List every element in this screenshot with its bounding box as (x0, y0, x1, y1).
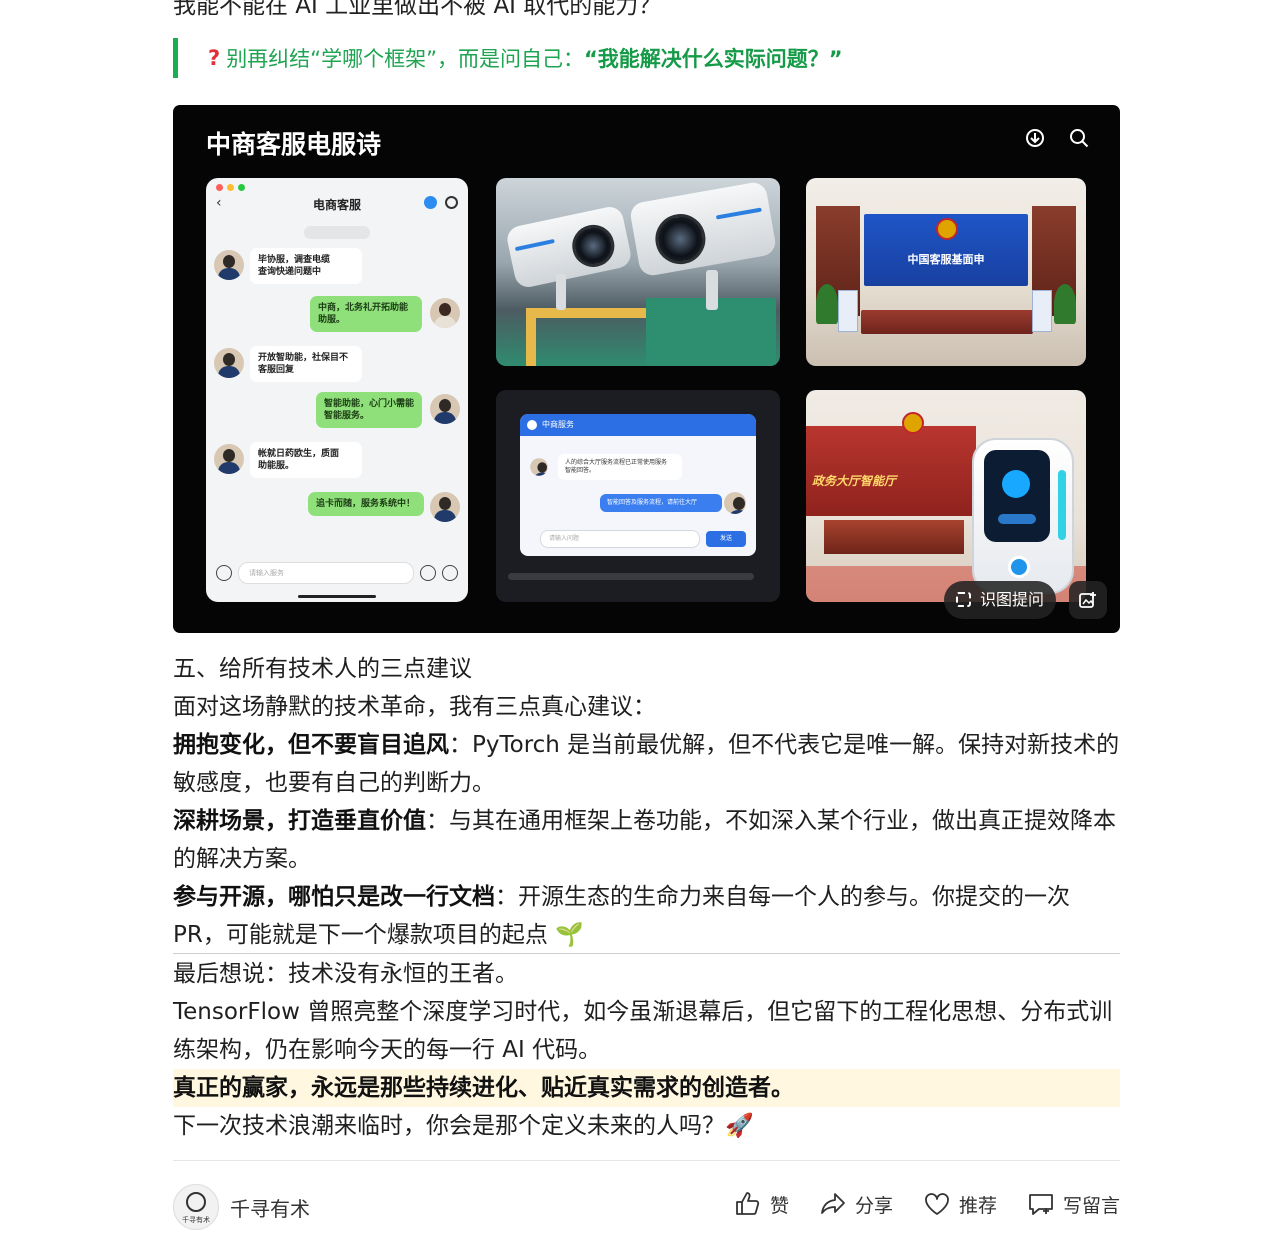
avatar (430, 492, 460, 522)
tip-paragraph: 深耕场景，打造垂直价值：与其在通用框架上卷功能，不如深入某个行业，做出真正提效降… (173, 802, 1123, 878)
government-hall-photo: 政务大厅智能厅 (806, 390, 1086, 602)
image-toolbar (1024, 127, 1090, 149)
quote-text: 别再纠结“学哪个框架”，而是问自己： (226, 47, 584, 71)
window-dots (216, 184, 245, 191)
phone-input-bar: 请输入服务 (216, 562, 458, 584)
voice-icon (216, 565, 232, 581)
download-icon[interactable] (1024, 127, 1046, 149)
tip-heading: 参与开源，哪怕只是改一行文档 (173, 884, 495, 910)
chat-message: 追卡而随，服务系统中！ (308, 492, 424, 516)
article-footer: 千寻有术 千寻有术 赞 分享 推荐 写留言 (173, 1180, 1120, 1230)
closing-line: 最后想说：技术没有永恒的王者。 (173, 961, 518, 987)
cctv-cameras-photo (496, 178, 780, 366)
avatar (724, 492, 746, 514)
recommend-label: 推荐 (958, 1194, 997, 1217)
tip-paragraph: 拥抱变化，但不要盲目追风：PyTorch 是当前最优解，但不代表它是唯一解。保持… (173, 726, 1123, 802)
intro-text: 面对这场静默的技术革命，我有三点真心建议： (173, 694, 656, 720)
emblem-icon (936, 218, 958, 240)
account-name[interactable]: 千寻有术 (230, 1193, 310, 1222)
tip-heading: 深耕场景，打造垂直价值 (173, 808, 426, 834)
widget-title: 中商服务 (520, 414, 756, 436)
ocr-ask-button[interactable]: 识图提问 (944, 581, 1057, 619)
avatar (214, 348, 244, 378)
service-kiosk (972, 438, 1074, 594)
share-label: 分享 (854, 1194, 893, 1217)
quote-emphasis: “我能解决什么实际问题？” (583, 47, 843, 71)
chat-widget-screenshot: 中商服务 人的综合大厅服务流程已正常使用服务 智能回答。 智能回答及服务流程，请… (496, 390, 780, 602)
chat-message: 中商，北务礼开拓助能 助服。 (310, 296, 422, 332)
tip-heading: 拥抱变化，但不要盲目追风 (173, 732, 449, 758)
article-image[interactable]: 中商客服电服诗 ‹ 电商客服 毕协服，调查电缆 查询快递问题中 中商，北务礼开拓… (173, 105, 1120, 633)
avatar (430, 298, 460, 328)
plus-icon (442, 565, 458, 581)
phone-chat-mockup: ‹ 电商客服 毕协服，调查电缆 查询快递问题中 中商，北务礼开拓助能 助服。 开… (206, 178, 468, 602)
phone-input-field: 请输入服务 (238, 562, 414, 584)
section-title: 五、给所有技术人的三点建议 (173, 656, 472, 682)
avatar (430, 394, 460, 424)
widget-message-in: 人的综合大厅服务流程已正常使用服务 智能回答。 (558, 454, 682, 480)
hall-sign: 政务大厅智能厅 (806, 426, 976, 516)
thumbs-up-icon (736, 1192, 760, 1215)
closing-paragraph: TensorFlow 曾照亮整个深度学习时代，如今虽渐退幕后，但它留下的工程化思… (173, 999, 1113, 1063)
chat-message: 毕协服，调查电缆 查询快递问题中 (250, 248, 362, 284)
account-avatar[interactable]: 千寻有术 (173, 1184, 219, 1230)
chat-message: 智能助能，心门小需能 智能服务。 (316, 392, 422, 428)
emblem-icon (902, 412, 924, 434)
tip-quote: ? 别再纠结“学哪个框架”，而是问自己： “我能解决什么实际问题？” (173, 38, 843, 78)
avatar (214, 444, 244, 474)
like-button[interactable]: 赞 (734, 1190, 789, 1218)
avatar (214, 250, 244, 280)
image-title: 中商客服电服诗 (206, 130, 382, 159)
service-hall-photo: 中国客服基面申 (806, 178, 1086, 366)
tip-paragraph: 参与开源，哪怕只是改一行文档：开源生态的生命力来自每一个人的参与。你提交的一次 … (173, 878, 1123, 954)
image-edit-icon[interactable] (1069, 581, 1107, 619)
question-mark-icon: ? (208, 46, 221, 70)
chat-message: 开放智助能，社保目不 客服回复 (250, 346, 362, 382)
like-label: 赞 (769, 1194, 789, 1217)
comment-icon (1029, 1194, 1053, 1215)
home-indicator (298, 595, 376, 598)
share-button[interactable]: 分享 (819, 1190, 893, 1218)
widget-input: 请输入问题 (540, 530, 700, 548)
footer-divider (173, 1160, 1120, 1161)
timestamp-pill (304, 226, 370, 239)
final-question: 下一次技术浪潮来临时，你会是那个定义未来的人吗？🚀 (173, 1113, 754, 1139)
recommend-button[interactable]: 推荐 (923, 1190, 997, 1218)
section-divider (173, 953, 1120, 954)
comment-button[interactable]: 写留言 (1027, 1190, 1120, 1218)
comment-label: 写留言 (1062, 1194, 1120, 1217)
highlight-sentence: 真正的赢家，永远是那些持续进化、贴近真实需求的创造者。 (173, 1069, 1120, 1107)
emoji-icon (420, 565, 436, 581)
chat-message: 帐就日药欧生，质面 助能服。 (250, 442, 362, 478)
search-icon[interactable] (1068, 127, 1090, 149)
media-progress-track (508, 573, 754, 580)
truncated-top-line: 我能不能在 AI 工业里做出不被 AI 取代的能力？ (173, 0, 662, 19)
action-bar: 赞 分享 推荐 写留言 (734, 1190, 1120, 1218)
heart-icon (925, 1193, 949, 1215)
widget-message-out: 智能回答及服务流程，请前往大厅 (600, 494, 722, 512)
avatar (530, 458, 548, 476)
share-icon (821, 1193, 845, 1214)
phone-header-icons (424, 196, 458, 209)
widget-send-button: 发送 (706, 531, 746, 547)
